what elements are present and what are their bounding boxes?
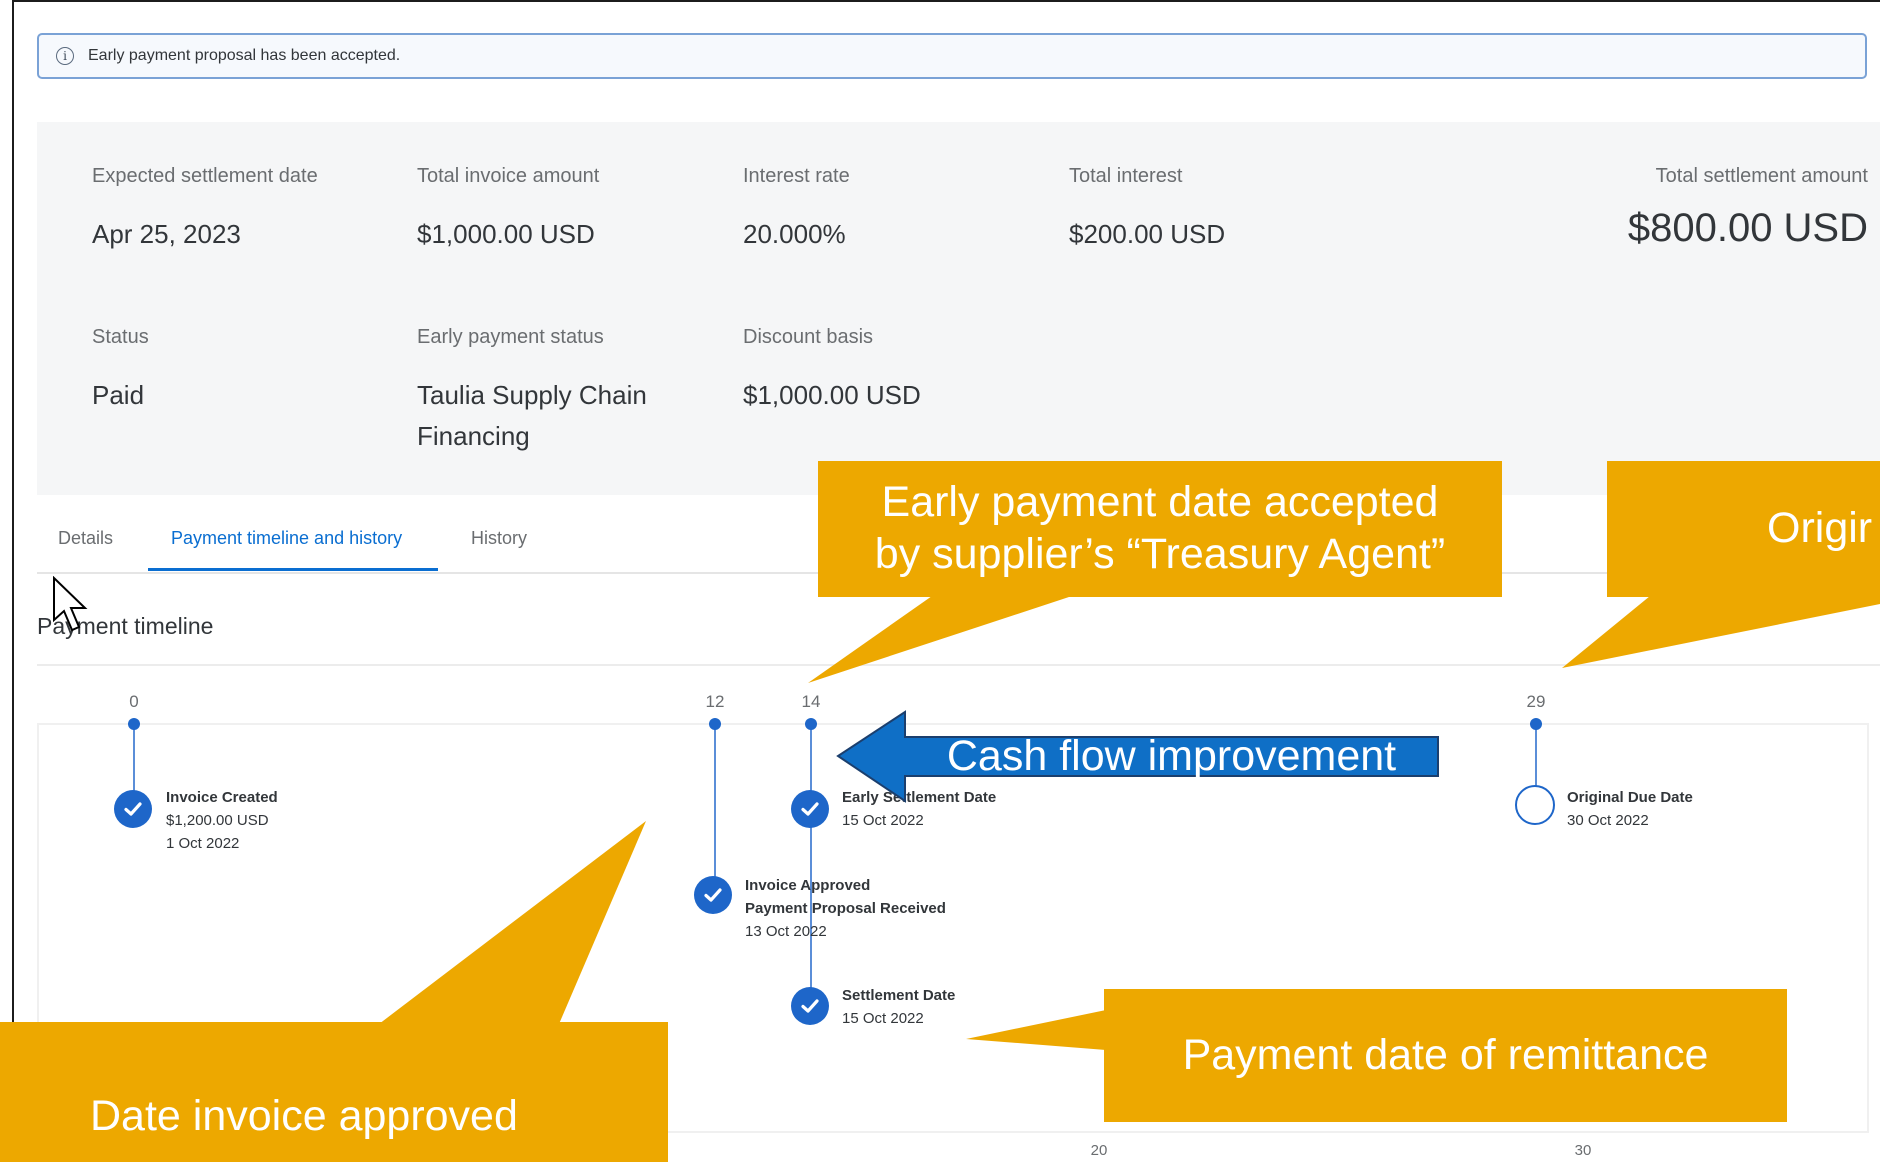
callout-date-approved-text: Date invoice approved bbox=[90, 1092, 518, 1141]
callout-early-payment-line1: Early payment date accepted bbox=[881, 478, 1439, 527]
callout-original-text: Origir bbox=[1767, 504, 1873, 553]
callout-cash-flow-improvement: Cash flow improvement bbox=[905, 732, 1438, 780]
callout-date-invoice-approved: Date invoice approved bbox=[0, 1022, 668, 1162]
callout-original-due-date: Origir bbox=[1607, 461, 1880, 597]
callout-payment-date-of-remittance: Payment date of remittance bbox=[1104, 989, 1787, 1122]
callout-pointer-date-approved bbox=[379, 821, 646, 1024]
callout-pointer-early-payment bbox=[808, 596, 1072, 683]
callout-early-payment-line2: by supplier’s “Treasury Agent” bbox=[874, 530, 1446, 578]
callout-pointer-remittance bbox=[966, 1010, 1106, 1050]
callout-cash-flow-text: Cash flow improvement bbox=[946, 731, 1397, 780]
callout-pointer-original bbox=[1562, 596, 1880, 668]
callout-remittance-text: Payment date of remittance bbox=[1182, 1030, 1709, 1079]
callout-early-payment-date: Early payment date accepted by supplier’… bbox=[818, 461, 1502, 597]
mouse-pointer-icon bbox=[53, 576, 88, 632]
